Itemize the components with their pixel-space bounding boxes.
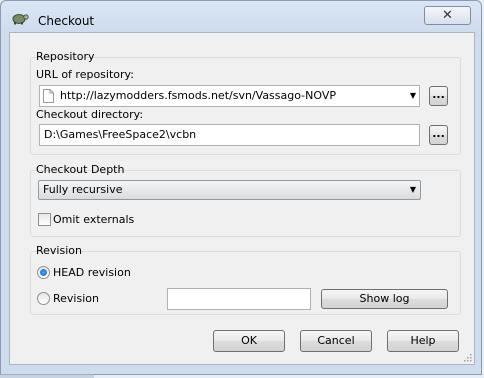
background-window-edge (0, 374, 94, 378)
url-value: http://lazymodders.fsmods.net/svn/Vassag… (60, 89, 336, 102)
repository-group-label: Repository (36, 50, 95, 63)
resize-grip-icon[interactable] (462, 352, 472, 362)
cancel-button[interactable]: Cancel (300, 330, 372, 352)
revision-group-label: Revision (36, 244, 82, 257)
close-button[interactable]: ✕ (424, 6, 471, 25)
revision-input[interactable] (167, 288, 311, 310)
revision-radio[interactable] (37, 292, 50, 305)
omit-externals-checkbox[interactable] (38, 213, 51, 226)
head-revision-label[interactable]: HEAD revision (53, 266, 131, 279)
checkout-directory-input[interactable]: D:\Games\FreeSpace2\vcbn (39, 124, 420, 146)
checkout-depth-select[interactable]: Fully recursive ▼ (38, 180, 421, 200)
ok-button[interactable]: OK (213, 330, 285, 352)
omit-externals-label[interactable]: Omit externals (53, 213, 134, 226)
chevron-down-icon: ▼ (409, 185, 416, 194)
show-log-button[interactable]: Show log (321, 289, 448, 309)
url-combobox[interactable]: http://lazymodders.fsmods.net/svn/Vassag… (39, 85, 420, 107)
checkout-depth-group-label: Checkout Depth (36, 163, 125, 176)
dialog-body: Repository URL of repository: http://laz… (9, 32, 475, 365)
help-button[interactable]: Help (387, 330, 459, 352)
url-label: URL of repository: (36, 68, 134, 81)
browse-url-button[interactable]: ... (429, 86, 448, 106)
browse-directory-button[interactable]: ... (429, 125, 448, 145)
window-title: Checkout (38, 14, 95, 28)
checkout-depth-value: Fully recursive (43, 183, 123, 196)
chevron-down-icon[interactable]: ▼ (410, 86, 416, 106)
file-icon (43, 89, 54, 103)
close-icon: ✕ (442, 8, 453, 23)
head-revision-radio[interactable] (37, 266, 50, 279)
title-bar[interactable]: Checkout ✕ (1, 1, 481, 33)
checkout-directory-label: Checkout directory: (36, 108, 144, 121)
revision-label[interactable]: Revision (53, 292, 99, 305)
tortoise-icon (12, 14, 29, 25)
checkout-dialog: Checkout ✕ Repository URL of repository:… (0, 0, 482, 375)
